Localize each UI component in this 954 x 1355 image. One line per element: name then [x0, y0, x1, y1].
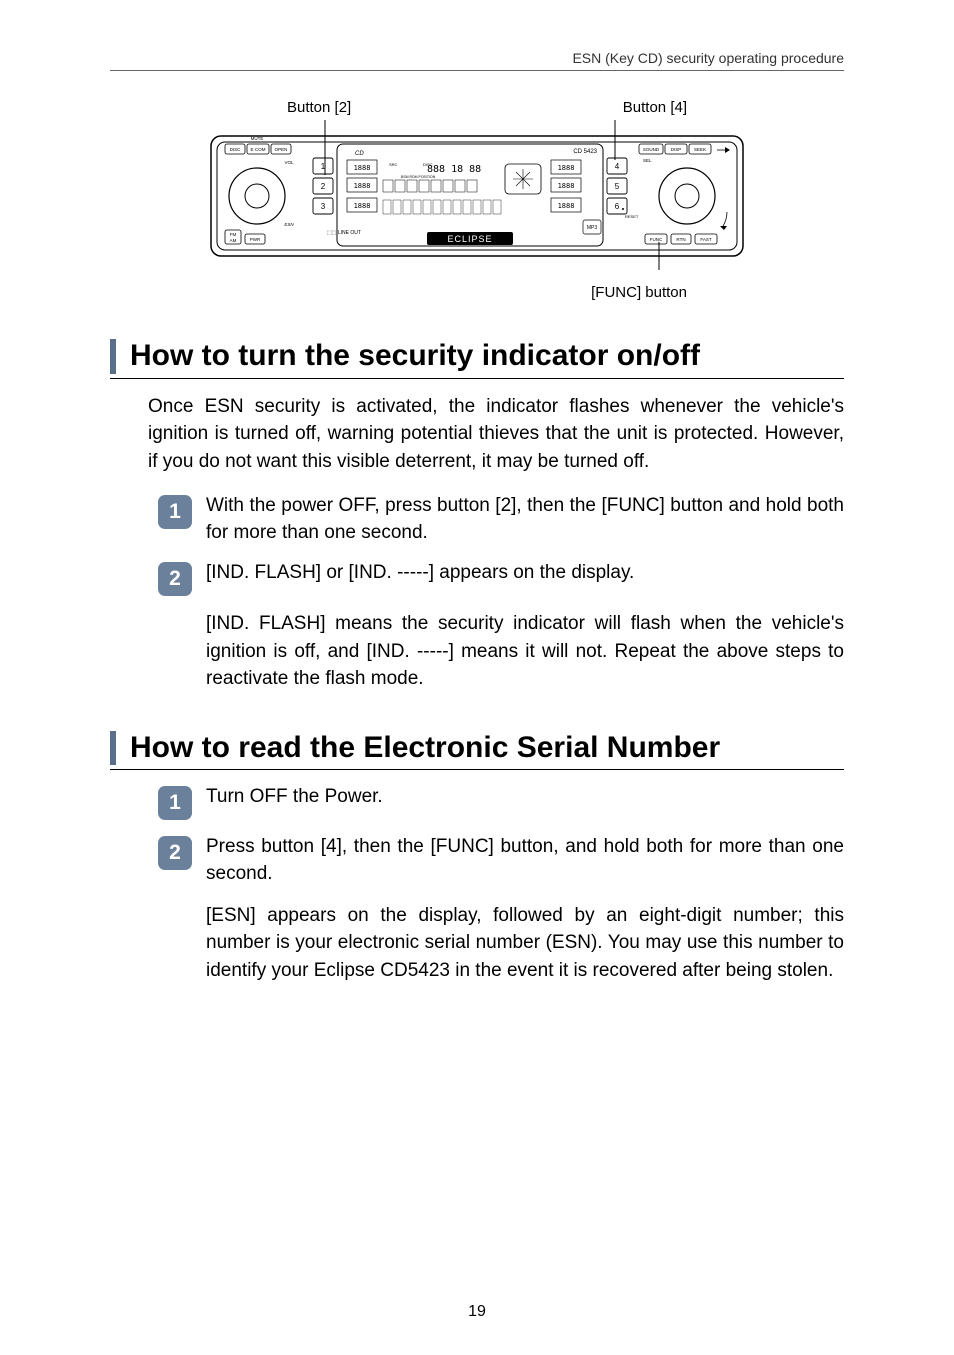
step-text: Turn OFF the Power.: [206, 784, 844, 820]
step-number-badge: 1: [158, 786, 192, 820]
func-button-callout: [FUNC] button: [207, 284, 747, 301]
step-item: 2 [IND. FLASH] or [IND. -----] appears o…: [158, 560, 844, 596]
svg-text:1888: 1888: [558, 164, 575, 172]
svg-text:6: 6: [615, 202, 620, 211]
section-security-indicator: How to turn the security indicator on/of…: [110, 339, 844, 693]
svg-text:ECLIPSE: ECLIPSE: [447, 234, 492, 244]
button4-callout: Button [4]: [623, 99, 687, 116]
step-number-badge: 2: [158, 562, 192, 596]
svg-text:RESET: RESET: [625, 214, 639, 219]
svg-text:5: 5: [615, 182, 620, 191]
svg-text:1888: 1888: [354, 202, 371, 210]
svg-text:1888: 1888: [354, 182, 371, 190]
svg-text:FM: FM: [230, 232, 237, 237]
step-note: [IND. FLASH] means the security indicato…: [206, 610, 844, 693]
step-text: [IND. FLASH] or [IND. -----] appears on …: [206, 560, 844, 596]
svg-text:FUNC: FUNC: [650, 237, 663, 242]
page-number: 19: [0, 1303, 954, 1321]
svg-text:CD 5423: CD 5423: [573, 149, 597, 155]
step-text: With the power OFF, press button [2], th…: [206, 493, 844, 546]
svg-text:SRC: SRC: [389, 162, 398, 167]
svg-text:FAST: FAST: [700, 237, 712, 242]
step-number-badge: 1: [158, 495, 192, 529]
step-item: 2 Press button [4], then the [FUNC] butt…: [158, 834, 844, 887]
svg-text:VOL: VOL: [284, 160, 294, 165]
heading-accent-bar: [110, 731, 116, 766]
svg-text:MP3: MP3: [587, 225, 598, 231]
svg-text:1: 1: [321, 162, 326, 171]
step-note: [ESN] appears on the display, followed b…: [206, 902, 844, 985]
step-text: Press button [4], then the [FUNC] button…: [206, 834, 844, 887]
running-head: ESN (Key CD) security operating procedur…: [110, 50, 844, 66]
svg-text:BSM RDM POSITION: BSM RDM POSITION: [401, 175, 436, 179]
svg-text:3: 3: [321, 202, 326, 211]
svg-text:CD: CD: [355, 151, 364, 157]
section-read-esn: How to read the Electronic Serial Number…: [110, 731, 844, 984]
svg-text:AM: AM: [230, 238, 237, 243]
running-head-bar: ESN (Key CD) security operating procedur…: [110, 50, 844, 71]
svg-text:ESN: ESN: [284, 222, 294, 227]
svg-text:PWR: PWR: [250, 237, 261, 242]
svg-text:DISC: DISC: [423, 162, 433, 167]
svg-text:OPEN: OPEN: [275, 147, 288, 152]
svg-text:DISC: DISC: [230, 147, 242, 152]
heading-accent-bar: [110, 339, 116, 374]
section-heading: How to turn the security indicator on/of…: [110, 339, 844, 379]
svg-text:DISP: DISP: [671, 147, 682, 152]
svg-text:E·COM: E·COM: [251, 147, 266, 152]
section-intro: Once ESN security is activated, the indi…: [148, 393, 844, 476]
section-heading: How to read the Electronic Serial Number: [110, 731, 844, 771]
device-diagram: Button [2] Button [4] DISC E·COM: [207, 99, 747, 301]
svg-text:⬚⬚ LINE OUT: ⬚⬚ LINE OUT: [327, 230, 361, 236]
svg-text:4: 4: [615, 162, 620, 171]
svg-text:1888: 1888: [558, 182, 575, 190]
svg-text:1888: 1888: [354, 164, 371, 172]
step-item: 1 Turn OFF the Power.: [158, 784, 844, 820]
step-number-badge: 2: [158, 836, 192, 870]
svg-text:RTN: RTN: [676, 237, 685, 242]
svg-text:2: 2: [321, 182, 326, 191]
svg-text:SEEK: SEEK: [694, 147, 706, 152]
svg-text:1888: 1888: [558, 202, 575, 210]
heading-text: How to read the Electronic Serial Number: [130, 731, 720, 766]
car-stereo-faceplate: DISC E·COM OPEN MUTE VOL ESN FM AM PWR 1…: [207, 120, 747, 270]
svg-text:SOUND: SOUND: [643, 147, 660, 152]
button2-callout: Button [2]: [287, 99, 351, 116]
svg-text:888 18 88: 888 18 88: [427, 164, 481, 175]
svg-text:MUTE: MUTE: [251, 136, 264, 141]
svg-text:SEL: SEL: [643, 158, 652, 163]
heading-text: How to turn the security indicator on/of…: [130, 339, 700, 374]
step-item: 1 With the power OFF, press button [2], …: [158, 493, 844, 546]
